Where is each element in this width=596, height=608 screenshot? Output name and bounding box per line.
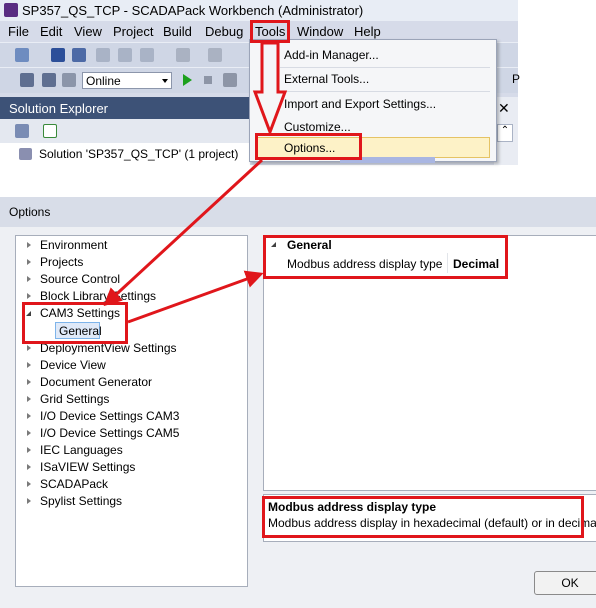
down-arrow — [252, 41, 288, 137]
arrow-cam3-to-property — [127, 270, 264, 324]
annotation-arrows — [103, 41, 288, 324]
